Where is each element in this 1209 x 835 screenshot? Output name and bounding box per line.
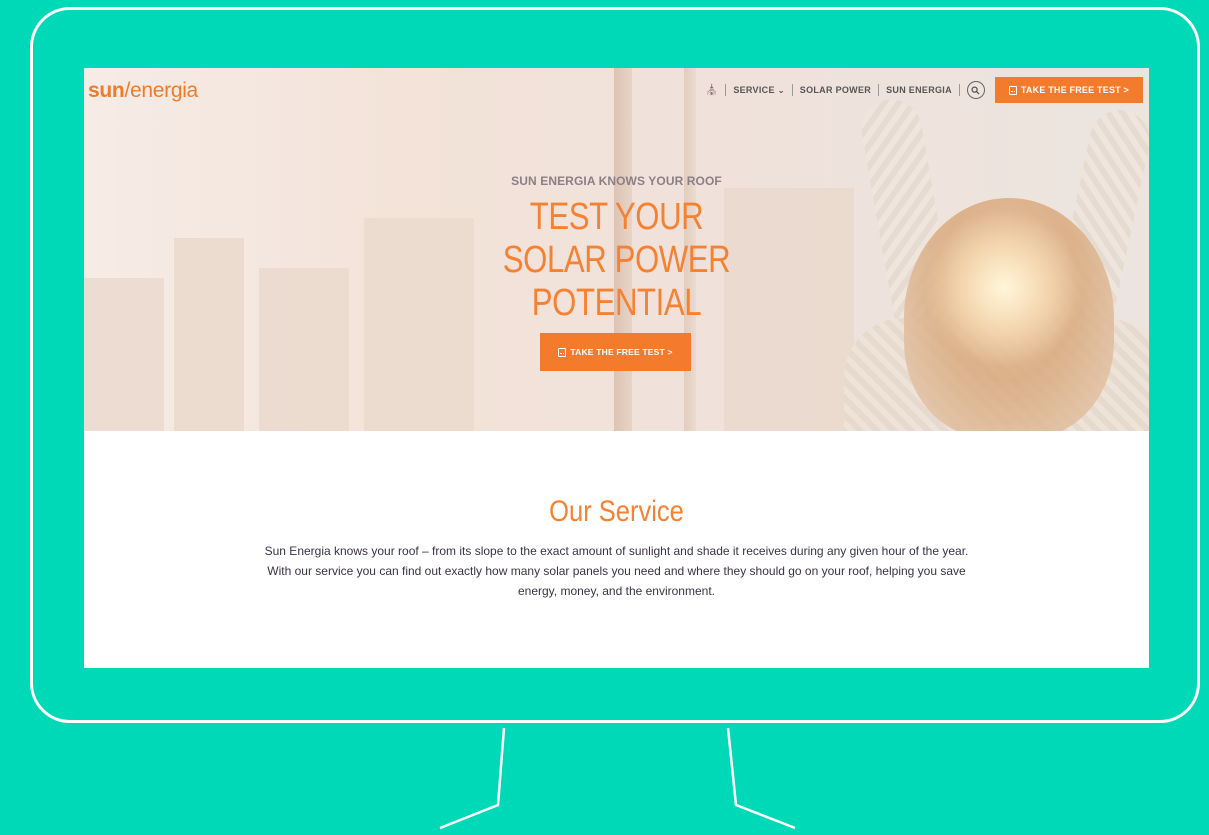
home-icon[interactable]: ⛪ <box>699 85 726 96</box>
hero-headline: TEST YOUR SOLAR POWER POTENTIAL <box>180 196 1053 325</box>
calculator-icon <box>558 347 567 357</box>
logo[interactable]: sun/energia <box>88 79 198 103</box>
website-screen: sun/energia ⛪ SERVICE ⌄ SOLAR POWER SUN … <box>84 68 1149 668</box>
service-description: Sun Energia knows your roof – from its s… <box>264 544 969 598</box>
hero-take-free-test-button[interactable]: TAKE THE FREE TEST > <box>540 333 691 371</box>
search-icon[interactable] <box>966 81 985 99</box>
hero-button-label: TAKE THE FREE TEST > <box>570 347 673 357</box>
chevron-down-icon: ⌄ <box>777 85 785 95</box>
building-shape <box>84 278 164 431</box>
logo-energia: energia <box>129 79 198 102</box>
nav-item-sun-energia[interactable]: SUN ENERGIA <box>879 85 959 95</box>
nav-item-solar-power[interactable]: SOLAR POWER <box>793 85 878 95</box>
cta-label: TAKE THE FREE TEST > <box>1020 85 1129 95</box>
headline-line: SOLAR POWER <box>502 239 731 281</box>
headline-line: TEST YOUR <box>529 196 704 238</box>
headline-line: POTENTIAL <box>531 282 702 324</box>
main-nav: ⛪ SERVICE ⌄ SOLAR POWER SUN ENERGIA TAKE… <box>699 77 1143 103</box>
hero-section: sun/energia ⛪ SERVICE ⌄ SOLAR POWER SUN … <box>84 68 1149 431</box>
logo-sun: sun <box>88 79 125 102</box>
nav-item-label: SERVICE <box>733 85 775 95</box>
nav-item-service[interactable]: SERVICE ⌄ <box>726 85 791 95</box>
nav-separator <box>958 84 960 96</box>
take-free-test-button[interactable]: TAKE THE FREE TEST > <box>994 77 1143 103</box>
calculator-icon <box>1008 85 1017 95</box>
hero-kicker: SUN ENERGIA KNOWS YOUR ROOF <box>511 174 722 188</box>
service-title: Our Service <box>549 495 684 528</box>
